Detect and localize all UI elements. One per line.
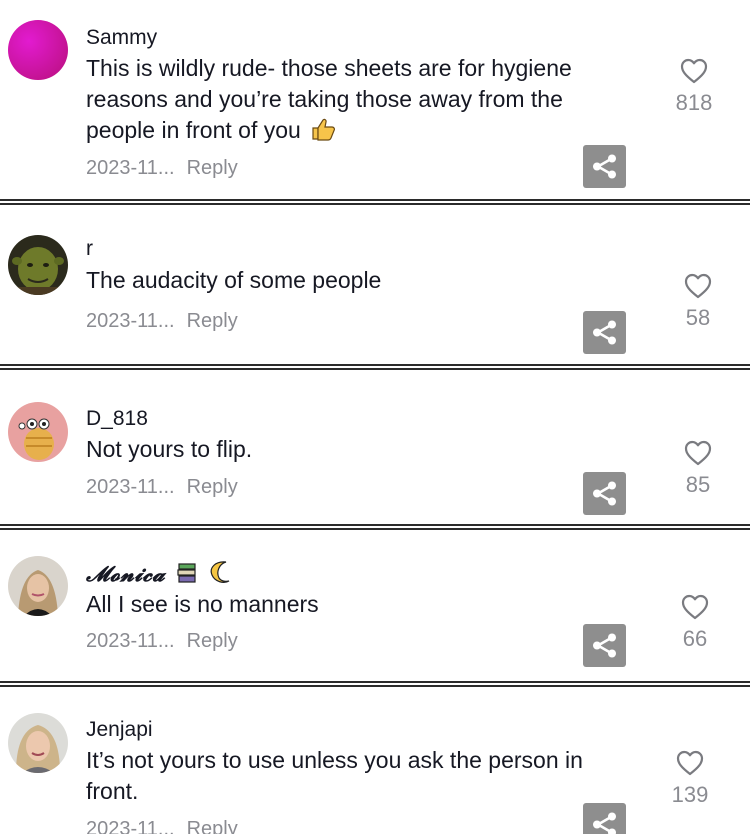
avatar[interactable] [8, 402, 68, 462]
thumbs-up-icon [311, 117, 337, 149]
username[interactable]: Jenjapi [86, 718, 153, 742]
avatar[interactable] [8, 556, 68, 616]
heart-icon [684, 440, 712, 466]
share-button[interactable] [583, 803, 626, 834]
comment-text: It’s not yours to use unless you ask the… [86, 747, 583, 804]
share-button[interactable] [583, 624, 626, 667]
username[interactable]: r [86, 237, 93, 261]
share-icon [593, 481, 616, 506]
share-button[interactable] [583, 311, 626, 354]
comment-item: 𝓜𝓸𝓷𝓲𝓬𝓪 All I see is no manners 2023-11..… [0, 530, 750, 681]
comment-item: r The audacity of some people 2023-11...… [0, 205, 750, 364]
share-icon [593, 812, 616, 834]
username[interactable]: D_818 [86, 407, 148, 431]
like-count: 85 [685, 472, 711, 497]
share-button[interactable] [583, 472, 626, 515]
comment-text: The audacity of some people [86, 267, 382, 293]
like-count: 818 [675, 90, 713, 115]
comment-item: D_818 Not yours to flip. 2023-11... Reply… [0, 370, 750, 524]
share-icon [593, 633, 616, 658]
avatar[interactable] [8, 713, 68, 773]
reply-button[interactable]: Reply [187, 476, 238, 498]
like-button[interactable]: 85 [658, 440, 738, 498]
like-count: 58 [685, 305, 711, 330]
comment-date: 2023-11... [86, 157, 175, 179]
comment-text: Not yours to flip. [86, 436, 253, 462]
share-button[interactable] [583, 145, 626, 188]
heart-icon [676, 750, 704, 776]
books-icon [177, 562, 197, 589]
avatar[interactable] [8, 20, 68, 80]
crescent-moon-icon [209, 560, 231, 589]
username[interactable]: 𝓜𝓸𝓷𝓲𝓬𝓪 [86, 560, 231, 589]
share-icon [593, 154, 616, 179]
avatar[interactable] [8, 235, 68, 295]
comment-text: This is wildly rude- those sheets are fo… [86, 53, 631, 149]
comment-meta: 2023-11... Reply [86, 630, 238, 653]
comment-list: Sammy This is wildly rude- those sheets … [0, 0, 750, 834]
comment-item: Sammy This is wildly rude- those sheets … [0, 0, 750, 199]
comment-date: 2023-11... [86, 476, 175, 498]
comment-item: Jenjapi It’s not yours to use unless you… [0, 687, 750, 834]
heart-icon [681, 594, 709, 620]
reply-button[interactable]: Reply [187, 630, 238, 652]
like-button[interactable]: 818 [654, 58, 734, 116]
comment-date: 2023-11... [86, 818, 175, 834]
comment-date: 2023-11... [86, 310, 175, 332]
like-button[interactable]: 58 [658, 273, 738, 331]
reply-button[interactable]: Reply [187, 157, 238, 179]
username-text: 𝓜𝓸𝓷𝓲𝓬𝓪 [86, 561, 166, 586]
comment-meta: 2023-11... Reply [86, 310, 238, 333]
heart-icon [684, 273, 712, 299]
comment-meta: 2023-11... Reply [86, 818, 238, 834]
username[interactable]: Sammy [86, 26, 157, 50]
like-button[interactable]: 66 [655, 594, 735, 652]
like-count: 66 [682, 626, 708, 651]
comment-text: All I see is no manners [86, 591, 319, 617]
reply-button[interactable]: Reply [187, 818, 238, 834]
comment-date: 2023-11... [86, 630, 175, 652]
share-icon [593, 320, 616, 345]
comment-meta: 2023-11... Reply [86, 476, 238, 499]
comment-meta: 2023-11... Reply [86, 157, 238, 180]
reply-button[interactable]: Reply [187, 310, 238, 332]
like-count: 139 [671, 782, 709, 807]
heart-icon [680, 58, 708, 84]
like-button[interactable]: 139 [650, 750, 730, 808]
